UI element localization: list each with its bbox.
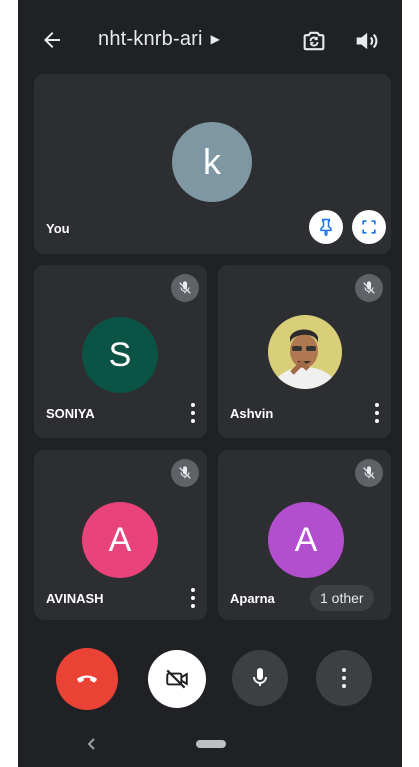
more-vert-icon xyxy=(341,668,347,688)
more-vert-icon[interactable] xyxy=(374,403,380,423)
caret-right-icon: ▶ xyxy=(210,32,221,46)
more-options-button[interactable] xyxy=(316,650,372,706)
end-call-icon xyxy=(77,675,97,683)
participant-initial: A xyxy=(294,520,318,559)
fullscreen-button[interactable] xyxy=(352,210,386,244)
participant-initial: S xyxy=(108,335,132,374)
participant-tile-ashvin[interactable]: Ashvin xyxy=(218,265,391,438)
mic-off-icon xyxy=(171,274,199,302)
participant-avatar: A xyxy=(82,502,158,578)
others-chip[interactable]: 1 other xyxy=(310,585,374,611)
speaker-icon[interactable] xyxy=(352,27,380,55)
participant-name: AVINASH xyxy=(46,591,104,606)
more-vert-icon[interactable] xyxy=(190,403,196,423)
meeting-code: nht-knrb-ari xyxy=(98,28,203,50)
participant-tile-aparna[interactable]: A Aparna 1 other xyxy=(218,450,391,620)
system-navigation-bar xyxy=(18,718,402,767)
participant-name: SONIYA xyxy=(46,406,95,421)
meet-app-screen: nht-knrb-ari ▶ k You S SONIYA Ashvin A A… xyxy=(18,0,402,767)
participant-avatar: S xyxy=(82,317,158,393)
participant-name: Aparna xyxy=(230,591,275,606)
self-name: You xyxy=(46,221,70,236)
more-vert-icon[interactable] xyxy=(190,588,196,608)
fullscreen-icon xyxy=(362,220,376,234)
microphone-icon xyxy=(253,668,267,686)
mic-off-icon xyxy=(355,274,383,302)
pin-button[interactable] xyxy=(309,210,343,244)
home-pill-icon[interactable] xyxy=(196,740,226,748)
switch-camera-icon[interactable] xyxy=(300,27,328,55)
camera-toggle-button[interactable] xyxy=(148,650,206,708)
meeting-title[interactable]: nht-knrb-ari ▶ xyxy=(98,28,220,51)
microphone-button[interactable] xyxy=(232,650,288,706)
participant-initial: A xyxy=(108,520,132,559)
top-bar: nht-knrb-ari ▶ xyxy=(18,0,402,70)
self-initial: k xyxy=(203,141,221,182)
self-avatar: k xyxy=(172,122,252,202)
nav-back-icon[interactable] xyxy=(86,738,98,750)
participant-avatar: A xyxy=(268,502,344,578)
pin-icon xyxy=(320,218,332,237)
mic-off-icon xyxy=(171,459,199,487)
arrow-back-icon[interactable] xyxy=(40,28,64,52)
camera-off-icon xyxy=(166,669,188,689)
participant-photo-avatar xyxy=(268,315,342,389)
participant-tile-avinash[interactable]: A AVINASH xyxy=(34,450,207,620)
participant-tile-soniya[interactable]: S SONIYA xyxy=(34,265,207,438)
participant-name: Ashvin xyxy=(230,406,274,421)
end-call-button[interactable] xyxy=(56,648,118,710)
mic-off-icon xyxy=(355,459,383,487)
self-video-tile[interactable]: k You xyxy=(34,74,391,254)
